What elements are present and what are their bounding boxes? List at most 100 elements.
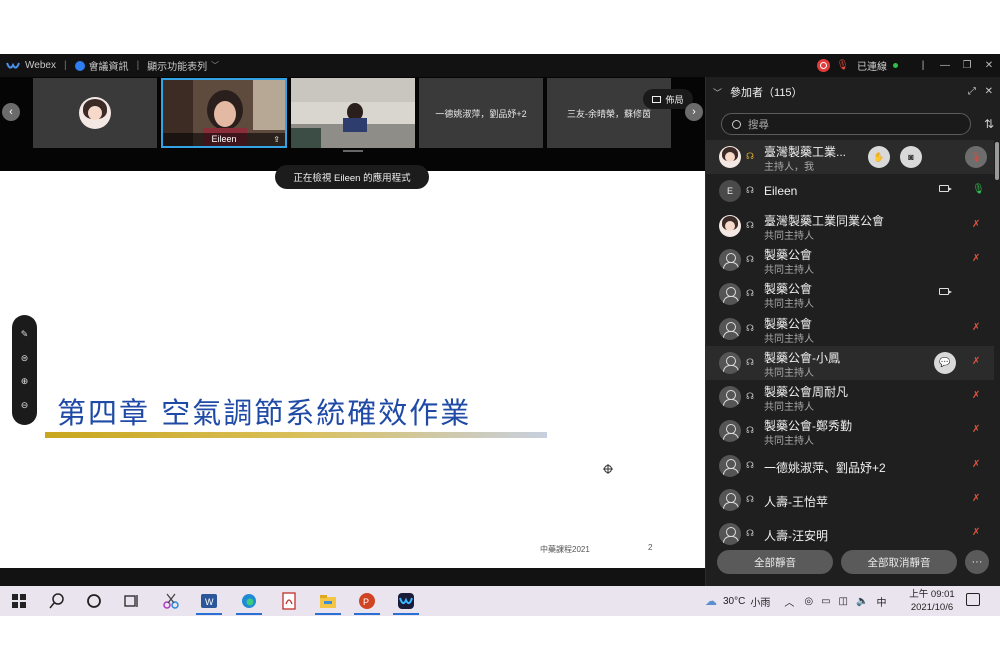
word-icon[interactable]: W xyxy=(200,592,218,610)
participants-panel: ﹀ 參加者（115） ⤢ ✕ 搜尋 ⇅ ☊ 臺灣製藥工業... 主持人，我 ✋ ◙ 🎙 E ☊… xyxy=(705,77,1000,586)
participant-row[interactable]: ☊ 製藥公會-鄭秀勤 共同主持人 ✗ xyxy=(706,414,994,448)
info-icon xyxy=(74,60,85,71)
video-strip: ‹ Eileen ⇪ 一德姚淑萍，劉品妤+2 三友-余晴榮，蘇修茵 佈局 › xyxy=(0,77,705,171)
mic-muted-icon[interactable]: ✗ xyxy=(972,322,980,333)
avatar xyxy=(719,146,741,168)
participant-row[interactable]: ☊ 製藥公會 共同主持人 ✗ xyxy=(706,312,994,346)
mic-muted-icon[interactable]: ✗ xyxy=(972,356,980,367)
video-tile[interactable] xyxy=(33,78,157,148)
meeting-info-button[interactable]: 會議資訊 xyxy=(74,58,129,73)
battery-icon[interactable]: ▭ xyxy=(821,596,830,607)
video-tile[interactable] xyxy=(291,78,415,148)
participant-row[interactable]: ☊ 一德姚淑萍、劉品妤+2 ✗ xyxy=(706,449,994,483)
more-options-button[interactable]: ··· xyxy=(965,550,989,574)
scrollbar[interactable] xyxy=(995,142,999,180)
mic-muted-button[interactable]: 🎙 xyxy=(965,146,987,168)
participant-search-input[interactable]: 搜尋 xyxy=(721,113,971,135)
weather-temp[interactable]: 30°C xyxy=(723,596,745,607)
panel-controls: ⤢ ✕ xyxy=(968,86,993,97)
weather-icon: ☁ xyxy=(705,594,717,608)
audio-connection-icon: ☊ xyxy=(746,322,754,333)
snipping-tool-icon[interactable] xyxy=(162,592,180,610)
participant-row[interactable]: ☊ 臺灣製藥工業同業公會 共同主持人 ✗ xyxy=(706,209,994,243)
show-menu-bar-button[interactable]: 顯示功能表列 ﹀ xyxy=(147,58,219,73)
clock[interactable]: 上午 09:01 2021/10/6 xyxy=(906,588,958,614)
strip-next-button[interactable]: › xyxy=(685,103,703,121)
search-placeholder: 搜尋 xyxy=(748,118,769,131)
strip-prev-button[interactable]: ‹ xyxy=(2,103,20,121)
app-name: Webex xyxy=(25,60,56,71)
network-icon[interactable]: ◫ xyxy=(839,596,848,607)
zoom-out-icon[interactable]: ⊖ xyxy=(21,400,29,411)
mic-muted-icon[interactable]: ✗ xyxy=(972,390,980,401)
clock-date: 2021/10/6 xyxy=(910,602,954,613)
windows-taskbar: W P ☁ 30°C 小雨 ︿ ◎ ▭ ◫ 🔈 中 上午 09:01 2021/… xyxy=(0,586,1000,616)
avatar: E xyxy=(719,180,741,203)
close-panel-icon[interactable]: ✕ xyxy=(985,86,993,97)
participant-row[interactable]: ☊ 臺灣製藥工業... 主持人，我 ✋ ◙ 🎙 xyxy=(706,140,994,174)
avatar xyxy=(719,283,741,306)
close-button[interactable]: ✕ xyxy=(978,60,1000,71)
avatar xyxy=(719,420,741,443)
cortana-icon[interactable] xyxy=(85,592,103,610)
clock-time: 上午 09:01 xyxy=(909,589,955,600)
minimize-button[interactable]: — xyxy=(934,60,956,71)
mic-muted-icon[interactable]: 🎙 xyxy=(836,60,849,71)
video-feed xyxy=(291,78,415,148)
windows-start-icon[interactable] xyxy=(10,592,28,610)
pdf-icon[interactable] xyxy=(280,592,298,610)
recording-icon[interactable] xyxy=(817,59,831,72)
mic-on-icon[interactable]: 🎙 xyxy=(972,184,985,195)
title-bar-right: 🎙 已連線 | — ❐ ✕ xyxy=(817,54,1000,77)
zoom-in-icon[interactable]: ⊕ xyxy=(21,376,29,387)
search-icon[interactable] xyxy=(48,592,66,610)
participant-row[interactable]: ☊ 製藥公會 共同主持人 xyxy=(706,277,994,311)
collapse-chevron-icon[interactable]: ﹀ xyxy=(713,86,722,99)
audio-connection-icon: ☊ xyxy=(746,494,754,504)
participant-row[interactable]: ☊ 人壽-王怡苹 ✗ xyxy=(706,483,994,517)
mic-muted-icon[interactable]: ✗ xyxy=(972,424,980,435)
notification-icon[interactable] xyxy=(966,593,980,606)
avatar xyxy=(719,248,741,271)
popout-icon[interactable]: ⤢ xyxy=(968,86,976,97)
participant-row[interactable]: ☊ 製藥公會 共同主持人 ✗ xyxy=(706,243,994,277)
screen: Webex | 會議資訊 | 顯示功能表列 ﹀ 🎙 已連線 | — ❐ ✕ ‹ xyxy=(0,0,1000,670)
mic-muted-icon[interactable]: ✗ xyxy=(972,253,980,264)
mic-muted-icon[interactable]: ✗ xyxy=(972,459,980,470)
active-app-indicator xyxy=(236,613,262,615)
slide-title: 第四章 空氣調節系統確效作業 xyxy=(57,396,472,430)
mic-muted-icon[interactable]: ✗ xyxy=(972,527,980,538)
unmute-all-button[interactable]: 全部取消靜音 xyxy=(841,550,957,574)
powerpoint-icon[interactable]: P xyxy=(358,592,376,610)
chat-button[interactable]: 💬 xyxy=(934,351,956,374)
participant-row[interactable]: ☊ 製藥公會-小鳳 共同主持人 💬 ✗ xyxy=(706,345,994,380)
participant-row[interactable]: E ☊ Eileen 🎙 xyxy=(706,174,994,208)
camera-button[interactable]: ◙ xyxy=(900,146,922,168)
volume-muted-icon[interactable]: 🔈 xyxy=(856,596,868,607)
strip-resize-handle[interactable] xyxy=(343,150,363,152)
mute-all-button[interactable]: 全部靜音 xyxy=(717,550,833,574)
restore-button[interactable]: ❐ xyxy=(956,60,978,71)
ime-indicator[interactable]: 中 xyxy=(876,594,886,609)
video-tile-eileen[interactable]: Eileen ⇪ xyxy=(161,78,287,148)
task-view-icon[interactable] xyxy=(122,592,140,610)
svg-text:W: W xyxy=(205,597,214,607)
edge-icon[interactable] xyxy=(240,592,258,610)
mic-muted-icon[interactable]: ✗ xyxy=(972,219,980,230)
mic-muted-icon[interactable]: ✗ xyxy=(972,493,980,504)
fit-icon[interactable]: ⊜ xyxy=(21,353,29,364)
video-tile[interactable]: 一德姚淑萍，劉品妤+2 xyxy=(419,78,543,148)
avatar xyxy=(719,523,741,546)
annotate-icon[interactable]: ✎ xyxy=(21,329,29,340)
participant-row[interactable]: ☊ 製藥公會周耐凡 共同主持人 ✗ xyxy=(706,380,994,414)
chevron-up-icon[interactable]: ︿ xyxy=(784,594,794,609)
sort-icon[interactable]: ⇅ xyxy=(984,117,994,131)
raise-hand-button[interactable]: ✋ xyxy=(868,146,890,168)
file-explorer-icon[interactable] xyxy=(319,592,337,610)
layout-button[interactable]: 佈局 xyxy=(643,89,693,109)
webex-icon[interactable] xyxy=(397,592,415,610)
webex-tray-icon[interactable]: ◎ xyxy=(804,596,813,607)
webex-logo-icon xyxy=(6,62,20,69)
title-bar: Webex | 會議資訊 | 顯示功能表列 ﹀ 🎙 已連線 | — ❐ ✕ xyxy=(0,54,1000,77)
active-app-indicator xyxy=(393,613,419,615)
